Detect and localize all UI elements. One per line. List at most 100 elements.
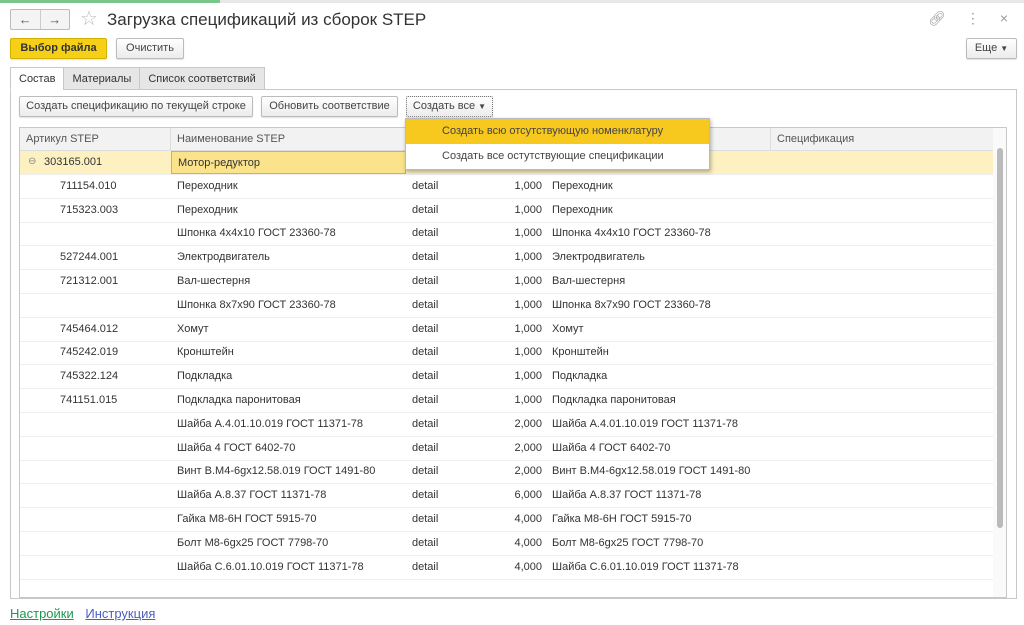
more-button[interactable]: Еще ▼ bbox=[966, 38, 1017, 59]
table-row[interactable]: Винт В.М4-6gx12.58.019 ГОСТ 1491-80 detai… bbox=[20, 460, 994, 485]
row-quantity: 1,000 bbox=[514, 370, 542, 383]
row-name: Шайба А.4.01.10.019 ГОСТ 11371-78 bbox=[177, 417, 364, 430]
row-nomenclature: Хомут bbox=[552, 322, 584, 335]
table-row[interactable]: 527244.001 Электродвигатель detail 1,000 Эле… bbox=[20, 246, 994, 271]
row-article: 711154.010 bbox=[60, 179, 117, 192]
row-name: Подкладка bbox=[177, 370, 233, 383]
create-all-button[interactable]: Создать все ▼ bbox=[406, 96, 493, 117]
row-name: Переходник bbox=[177, 203, 238, 216]
table-row[interactable]: 711154.010 Переходник detail 1,000 Переходни… bbox=[20, 175, 994, 199]
table-row[interactable]: 745242.019 Кронштейн detail 1,000 Кронштейн bbox=[20, 341, 994, 366]
row-type: detail bbox=[412, 298, 439, 311]
table-row[interactable]: 745464.012 Хомут detail 1,000 Хомут bbox=[20, 318, 994, 342]
link-icon[interactable]: 🔗︎ bbox=[928, 10, 946, 27]
row-article bbox=[20, 294, 171, 317]
row-name: Подкладка паронитовая bbox=[177, 394, 301, 406]
select-file-button[interactable]: Выбор файла bbox=[10, 38, 107, 59]
forward-arrow-icon[interactable]: → bbox=[41, 10, 70, 29]
row-quantity: 1,000 bbox=[514, 251, 542, 264]
vertical-scrollbar[interactable] bbox=[993, 128, 1006, 597]
row-article bbox=[20, 508, 171, 531]
back-arrow-icon[interactable]: ← bbox=[11, 10, 41, 29]
row-article bbox=[20, 532, 171, 555]
header-name[interactable]: Наименование STEP bbox=[171, 128, 406, 151]
row-article bbox=[20, 484, 171, 507]
chevron-down-icon: ▼ bbox=[1000, 44, 1009, 53]
row-type: detail bbox=[412, 417, 439, 430]
row-nomenclature: Подкладка паронитовая bbox=[552, 394, 676, 406]
row-nomenclature: Болт М8-6gx25 ГОСТ 7798-70 bbox=[552, 536, 704, 549]
favorite-star-icon[interactable]: ☆ bbox=[80, 6, 98, 31]
row-type: detail bbox=[412, 536, 439, 549]
row-name: Болт М8-6gx25 ГОСТ 7798-70 bbox=[177, 536, 329, 549]
row-quantity: 2,000 bbox=[514, 465, 542, 478]
table-row[interactable]: Шайба А.8.37 ГОСТ 11371-78 detail 6,000 Шай… bbox=[20, 484, 994, 509]
collapse-icon[interactable]: ⊖ bbox=[28, 156, 36, 167]
more-label: Еще bbox=[974, 42, 998, 54]
row-nomenclature: Вал-шестерня bbox=[552, 275, 626, 287]
tab-bar: Состав Материалы Список соответствий bbox=[10, 67, 265, 90]
settings-link[interactable]: Настройки bbox=[10, 606, 74, 621]
header-article[interactable]: Артикул STEP bbox=[20, 128, 171, 151]
create-all-label: Создать все bbox=[412, 100, 476, 112]
row-quantity: 6,000 bbox=[514, 489, 542, 502]
row-article: 745242.019 bbox=[60, 346, 119, 359]
row-nomenclature: Винт В.М4-6gx12.58.019 ГОСТ 1491-80 bbox=[552, 465, 751, 478]
table-row[interactable]: Шайба А.4.01.10.019 ГОСТ 11371-78 detail 2… bbox=[20, 413, 994, 437]
update-match-button[interactable]: Обновить соответствие bbox=[261, 96, 398, 117]
row-type: detail bbox=[412, 346, 439, 359]
tab-mapping-list[interactable]: Список соответствий bbox=[139, 67, 265, 90]
row-quantity: 1,000 bbox=[514, 203, 542, 216]
chevron-down-icon: ▼ bbox=[478, 102, 487, 111]
row-quantity: 1,000 bbox=[514, 179, 542, 192]
menu-item-create-specifications[interactable]: Создать все остутствующие спецификации bbox=[406, 144, 709, 169]
more-vertical-icon[interactable]: ⋮ bbox=[966, 10, 980, 27]
row-quantity: 1,000 bbox=[514, 227, 542, 240]
row-article bbox=[20, 556, 171, 579]
row-article bbox=[20, 437, 171, 460]
scrollbar-thumb[interactable] bbox=[997, 148, 1003, 528]
table-row[interactable]: Шайба С.6.01.10.019 ГОСТ 11371-78 detail 4… bbox=[20, 556, 994, 580]
row-type: detail bbox=[412, 370, 439, 383]
create-spec-button[interactable]: Создать спецификацию по текущей строке bbox=[19, 96, 253, 117]
table-row[interactable]: Шайба 4 ГОСТ 6402-70 detail 2,000 Шайба 4 Г… bbox=[20, 437, 994, 461]
row-article: 745322.124 bbox=[60, 370, 119, 383]
row-article: 303165.001 bbox=[44, 156, 103, 168]
row-name: Шайба А.8.37 ГОСТ 11371-78 bbox=[177, 489, 327, 502]
row-type: detail bbox=[412, 441, 439, 454]
row-name: Шпонка 4х4х10 ГОСТ 23360-78 bbox=[177, 227, 336, 240]
tab-sostav[interactable]: Состав bbox=[10, 67, 65, 90]
row-article bbox=[20, 222, 171, 245]
row-name: Электродвигатель bbox=[177, 251, 270, 264]
table-row[interactable]: Гайка М8-6Н ГОСТ 5915-70 detail 4,000 Гайка… bbox=[20, 508, 994, 532]
row-article bbox=[20, 413, 171, 436]
create-all-dropdown-menu: Создать всю отсутствующую номенклатуру С… bbox=[405, 118, 710, 170]
close-icon[interactable]: × bbox=[1000, 10, 1008, 27]
table-row[interactable]: 715323.003 Переходник detail 1,000 Переходни… bbox=[20, 199, 994, 223]
table-row[interactable]: 741151.015 Подкладка паронитовая detail 1,0… bbox=[20, 389, 994, 413]
row-name: Шайба С.6.01.10.019 ГОСТ 11371-78 bbox=[177, 560, 364, 573]
row-nomenclature: Шайба С.6.01.10.019 ГОСТ 11371-78 bbox=[552, 560, 739, 573]
instructions-link[interactable]: Инструкция bbox=[85, 606, 155, 621]
row-nomenclature: Переходник bbox=[552, 203, 613, 216]
row-type: detail bbox=[412, 322, 439, 335]
row-nomenclature: Шпонка 4х4х10 ГОСТ 23360-78 bbox=[552, 227, 711, 240]
table-row[interactable]: Шпонка 4х4х10 ГОСТ 23360-78 detail 1,000 Шп… bbox=[20, 222, 994, 247]
table-row[interactable]: Шпонка 8х7х90 ГОСТ 23360-78 detail 1,000 Шп… bbox=[20, 294, 994, 318]
row-nomenclature: Шайба А.8.37 ГОСТ 11371-78 bbox=[552, 489, 702, 502]
table-row[interactable]: 721312.001 Вал-шестерня detail 1,000 Вал-шес… bbox=[20, 270, 994, 294]
clear-button[interactable]: Очистить bbox=[116, 38, 184, 59]
row-name: Шпонка 8х7х90 ГОСТ 23360-78 bbox=[177, 298, 336, 311]
row-article: 741151.015 bbox=[60, 394, 118, 406]
table-row[interactable]: 745322.124 Подкладка detail 1,000 Подкладка bbox=[20, 365, 994, 390]
row-type: detail bbox=[412, 203, 439, 216]
row-quantity: 1,000 bbox=[514, 298, 542, 311]
menu-item-create-nomenclature[interactable]: Создать всю отсутствующую номенклатуру bbox=[406, 119, 709, 144]
row-name: Переходник bbox=[177, 179, 238, 192]
row-quantity: 2,000 bbox=[514, 417, 542, 430]
row-type: detail bbox=[412, 227, 439, 240]
row-nomenclature: Кронштейн bbox=[552, 346, 609, 359]
table-row[interactable]: Болт М8-6gx25 ГОСТ 7798-70 detail 4,000 Бол… bbox=[20, 532, 994, 556]
tab-materials[interactable]: Материалы bbox=[63, 67, 141, 90]
header-specification[interactable]: Спецификация bbox=[771, 128, 994, 151]
